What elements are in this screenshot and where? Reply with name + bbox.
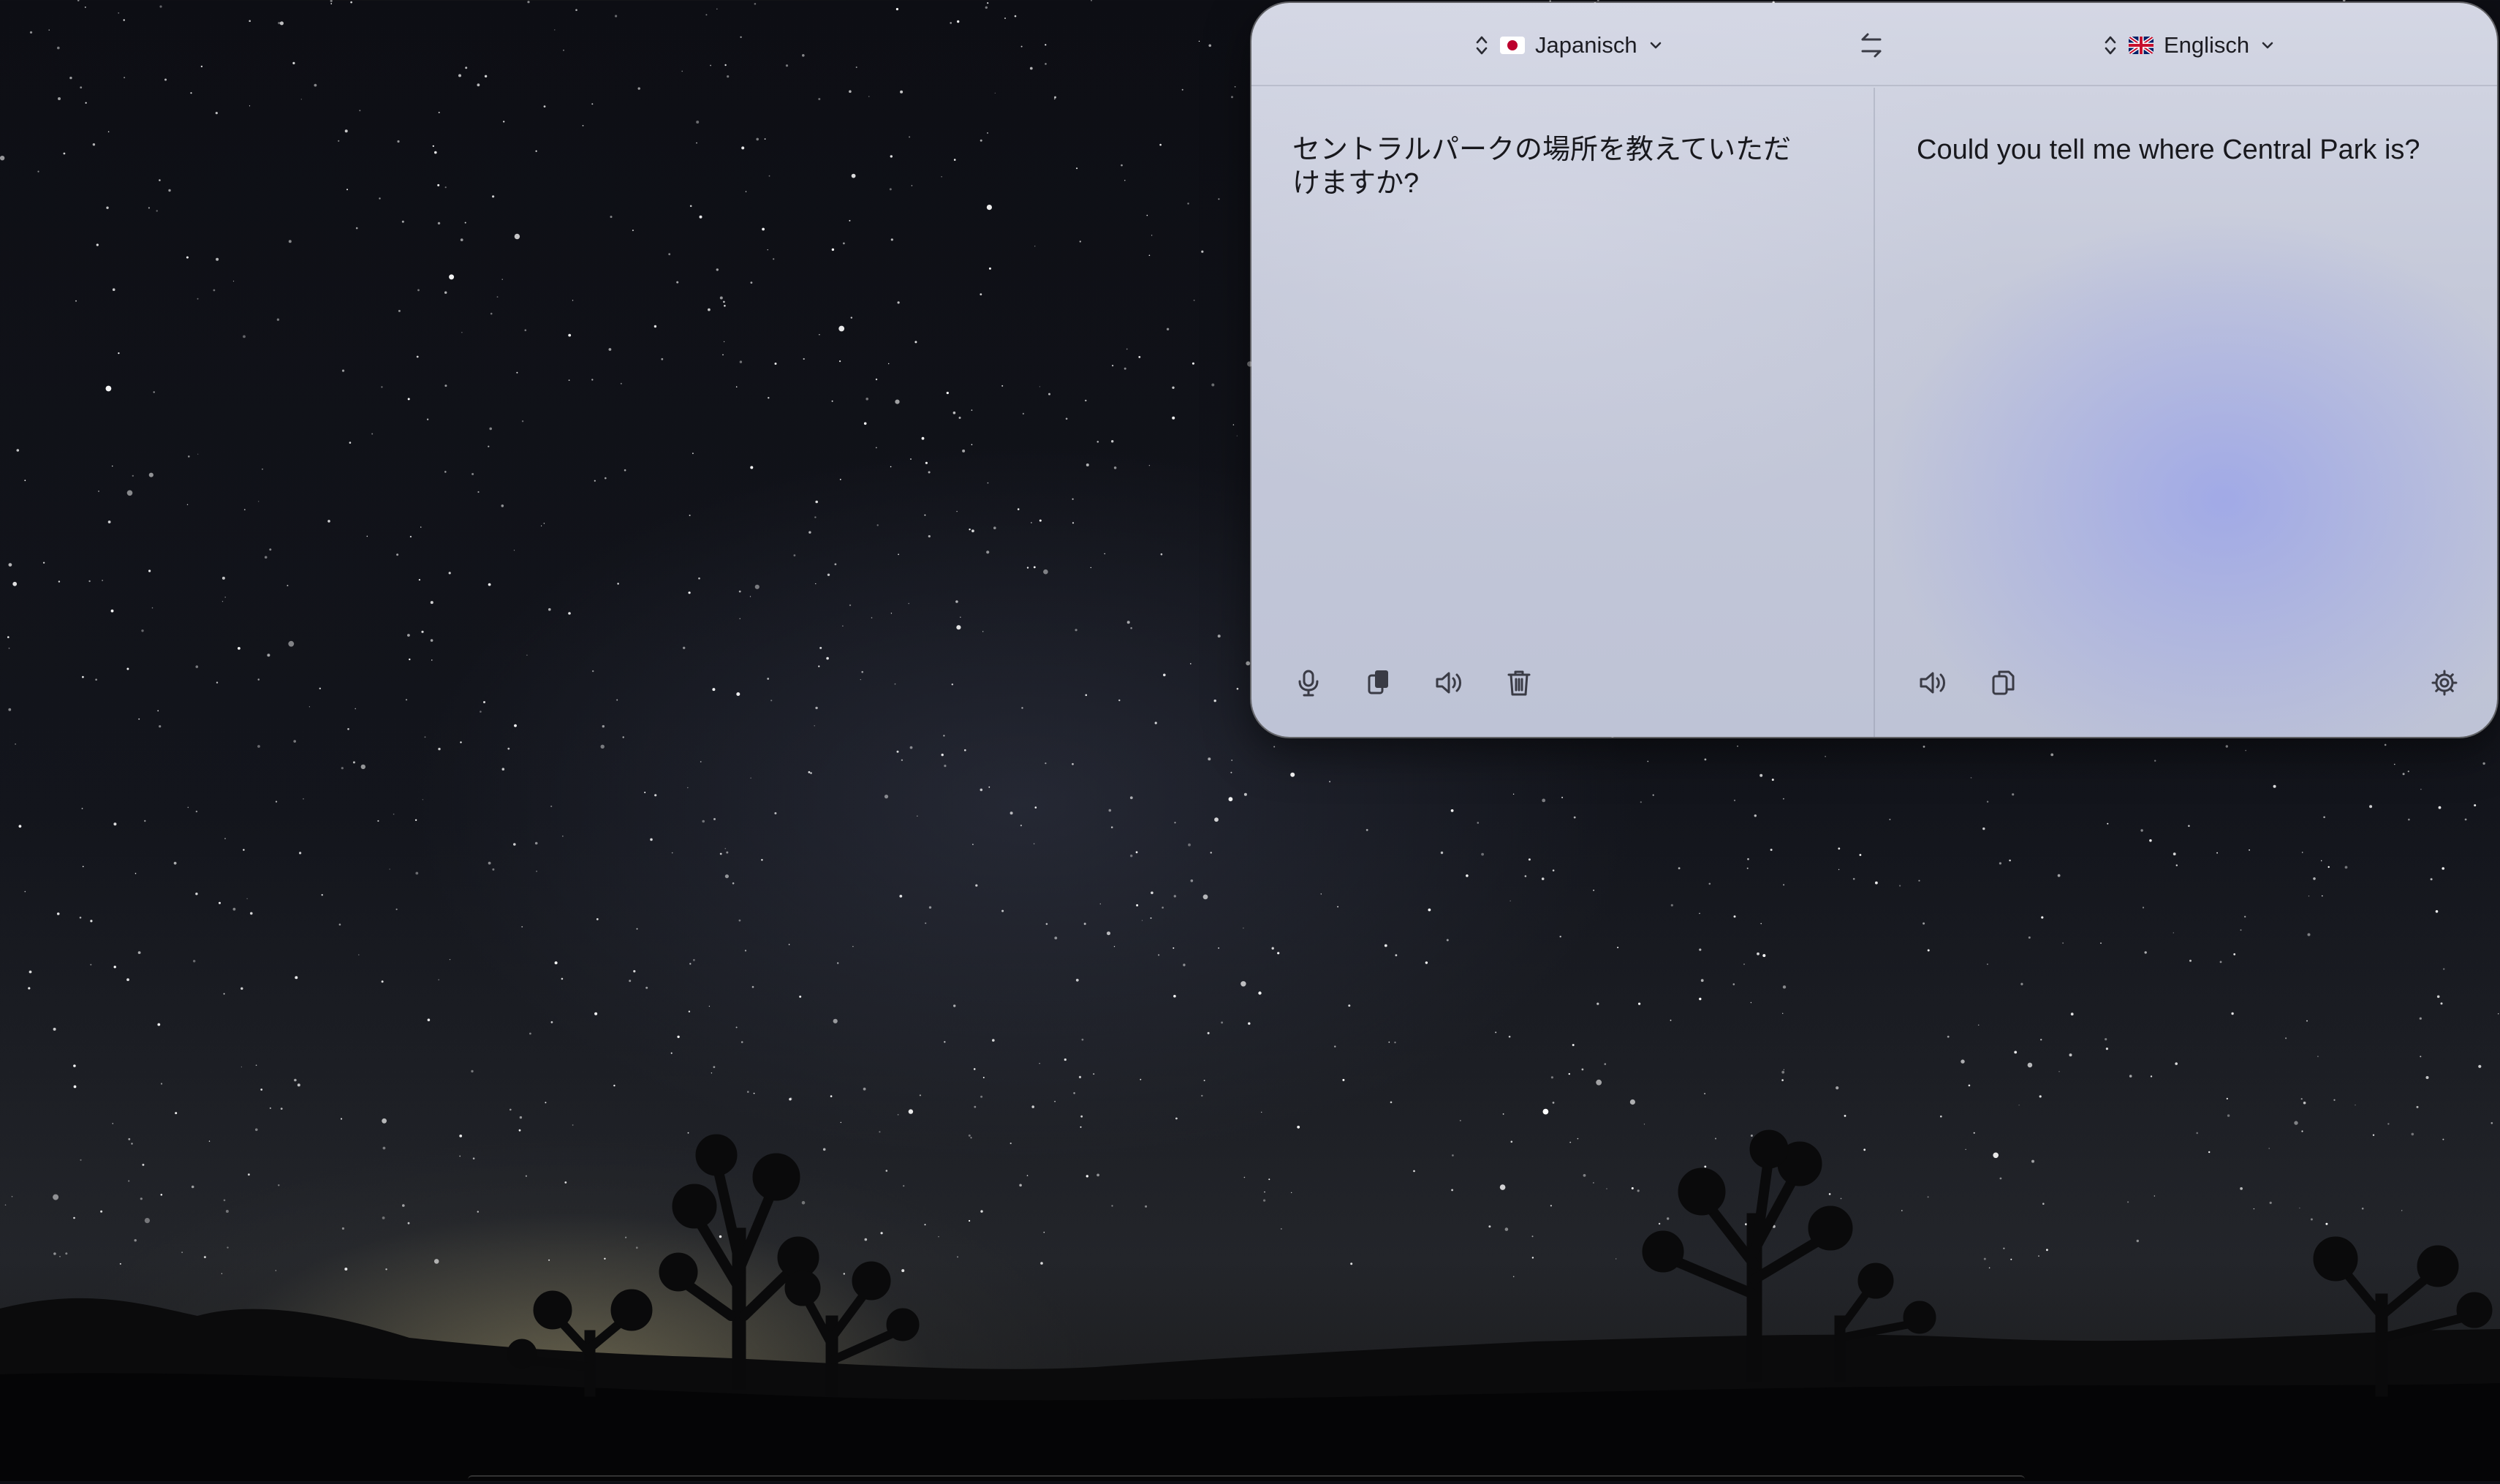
uk-flag-icon (2129, 37, 2154, 54)
translation-panel: Japanisch Englisch セントラルパークの場所を教えていただけます… (1251, 3, 2497, 737)
gear-icon (2431, 670, 2458, 696)
target-language-selector[interactable]: Englisch (2102, 25, 2274, 66)
microphone-button[interactable] (1291, 665, 1326, 700)
up-down-chevron-icon (2105, 36, 2116, 55)
microphone-icon (1298, 670, 1319, 697)
dock-edge (468, 1475, 2025, 1484)
trash-icon (1507, 670, 1531, 696)
translated-text: Could you tell me where Central Park is? (1917, 135, 2420, 165)
joshua-tree-silhouette (0, 1129, 2500, 1481)
swap-languages-icon[interactable] (1855, 29, 1887, 61)
speaker-icon (1920, 672, 1945, 694)
paste-icon (1368, 670, 1388, 694)
chevron-down-icon (2262, 42, 2273, 49)
japan-flag-icon (1500, 37, 1525, 54)
copy-icon (1992, 670, 2015, 695)
copy-translation-button[interactable] (1985, 665, 2020, 700)
speak-translation-button[interactable] (1915, 665, 1950, 700)
settings-button[interactable] (2427, 665, 2462, 700)
target-language-label: Englisch (2164, 32, 2250, 58)
speak-source-button[interactable] (1431, 665, 1466, 700)
clear-button[interactable] (1501, 665, 1537, 700)
source-text-field[interactable]: セントラルパークの場所を教えていただけますか? (1292, 133, 1819, 200)
pane-divider (1874, 88, 1875, 737)
language-bar: Japanisch Englisch (1251, 3, 2497, 86)
source-language-selector[interactable]: Japanisch (1474, 25, 1662, 66)
chevron-down-icon (1650, 42, 1661, 49)
up-down-chevron-icon (1476, 36, 1488, 55)
source-language-label: Japanisch (1535, 32, 1637, 58)
speaker-icon (1436, 672, 1461, 694)
paste-button[interactable] (1361, 665, 1396, 700)
